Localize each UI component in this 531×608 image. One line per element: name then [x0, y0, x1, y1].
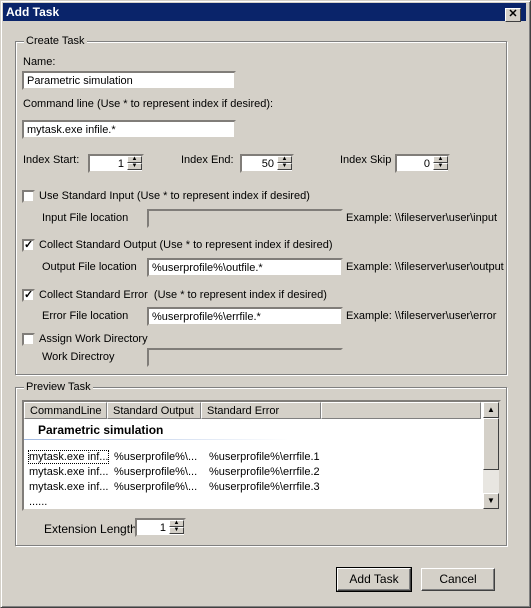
window-title: Add Task — [6, 5, 60, 19]
spin-up-icon[interactable]: ▲ — [169, 520, 184, 527]
collect-standard-error-label: Collect Standard Error (Use * to represe… — [39, 289, 327, 301]
add-task-button[interactable]: Add Task — [336, 567, 412, 592]
collect-standard-error-checkbox[interactable]: ✓ — [22, 289, 35, 302]
preview-list[interactable]: CommandLine Standard Output Standard Err… — [22, 400, 501, 511]
index-start-label: Index Start: — [23, 154, 80, 166]
scroll-up-icon[interactable]: ▲ — [483, 402, 499, 418]
list-cell[interactable]: %userprofile%\... — [114, 466, 197, 478]
work-directory-field[interactable] — [147, 348, 343, 367]
error-file-field[interactable]: %userprofile%\errfile.* — [147, 307, 343, 326]
list-cell[interactable]: mytask.exe inf... — [29, 481, 108, 493]
spin-up-icon[interactable]: ▲ — [127, 156, 142, 163]
command-line-label: Command line (Use * to represent index i… — [23, 98, 274, 110]
extension-length-spinner[interactable]: 1 ▲ ▼ — [135, 518, 186, 537]
input-file-label: Input File location — [42, 212, 129, 224]
index-skip-value: 0 — [423, 158, 430, 170]
spin-up-icon[interactable]: ▲ — [433, 156, 448, 163]
list-cell[interactable]: %userprofile%\errfile.1 — [209, 451, 320, 463]
list-cell[interactable]: %userprofile%\errfile.2 — [209, 466, 320, 478]
list-cell[interactable]: %userprofile%\errfile.3 — [209, 481, 320, 493]
column-header-standard-output[interactable]: Standard Output — [107, 402, 201, 419]
index-end-value: 50 — [261, 158, 274, 170]
index-skip-label: Index Skip — [340, 154, 392, 166]
extension-length-value: 1 — [159, 522, 166, 534]
column-header-empty — [321, 402, 481, 419]
group-divider — [24, 439, 289, 440]
input-file-field[interactable] — [147, 209, 343, 228]
collect-standard-output-label: Collect Standard Output (Use * to repres… — [39, 239, 333, 251]
work-directory-label: Work Directroy — [42, 351, 115, 363]
name-input[interactable]: Parametric simulation — [22, 71, 236, 90]
close-icon[interactable]: ✕ — [505, 8, 521, 22]
create-task-label: Create Task — [24, 35, 87, 47]
output-example: Example: \\fileserver\user\output — [346, 261, 504, 273]
assign-work-directory-label: Assign Work Directory — [39, 333, 148, 345]
spin-down-icon[interactable]: ▼ — [169, 527, 184, 534]
index-end-spinner[interactable]: 50 ▲ ▼ — [240, 154, 294, 173]
index-skip-spinner[interactable]: 0 ▲ ▼ — [395, 154, 450, 173]
index-end-label: Index End: — [181, 154, 234, 166]
error-example: Example: \\fileserver\user\error — [346, 310, 497, 322]
output-file-field[interactable]: %userprofile%\outfile.* — [147, 258, 343, 277]
cancel-button[interactable]: Cancel — [421, 568, 495, 591]
use-standard-input-label: Use Standard Input (Use * to represent i… — [39, 190, 310, 202]
spin-down-icon[interactable]: ▼ — [127, 163, 142, 170]
input-example: Example: \\fileserver\user\input — [346, 212, 498, 224]
spin-down-icon[interactable]: ▼ — [433, 163, 448, 170]
assign-work-directory-checkbox[interactable] — [22, 333, 35, 346]
collect-standard-output-checkbox[interactable]: ✓ — [22, 239, 35, 252]
list-cell[interactable]: mytask.exe inf... — [27, 450, 110, 464]
error-file-label: Error File location — [42, 310, 129, 322]
spin-down-icon[interactable]: ▼ — [277, 163, 292, 170]
spin-up-icon[interactable]: ▲ — [277, 156, 292, 163]
use-standard-input-checkbox[interactable] — [22, 190, 35, 203]
list-group-title: Parametric simulation — [38, 423, 164, 437]
extension-length-label: Extension Length: — [44, 522, 141, 536]
name-label: Name: — [23, 56, 56, 68]
title-bar: Add Task ✕ — [3, 3, 526, 22]
preview-task-label: Preview Task — [24, 381, 93, 393]
index-start-value: 1 — [117, 158, 124, 170]
scroll-thumb[interactable] — [483, 418, 499, 470]
list-ellipsis: ...... — [29, 496, 48, 508]
command-line-input[interactable]: mytask.exe infile.* — [22, 120, 236, 139]
index-start-spinner[interactable]: 1 ▲ ▼ — [88, 154, 144, 173]
list-cell[interactable]: %userprofile%\... — [114, 481, 197, 493]
list-cell[interactable]: %userprofile%\... — [114, 451, 197, 463]
vertical-scrollbar[interactable]: ▲ ▼ — [483, 402, 499, 509]
scroll-down-icon[interactable]: ▼ — [483, 493, 499, 509]
column-header-commandline[interactable]: CommandLine — [24, 402, 107, 419]
column-header-standard-error[interactable]: Standard Error — [201, 402, 321, 419]
output-file-label: Output File location — [42, 261, 137, 273]
list-cell[interactable]: mytask.exe inf... — [29, 466, 108, 478]
